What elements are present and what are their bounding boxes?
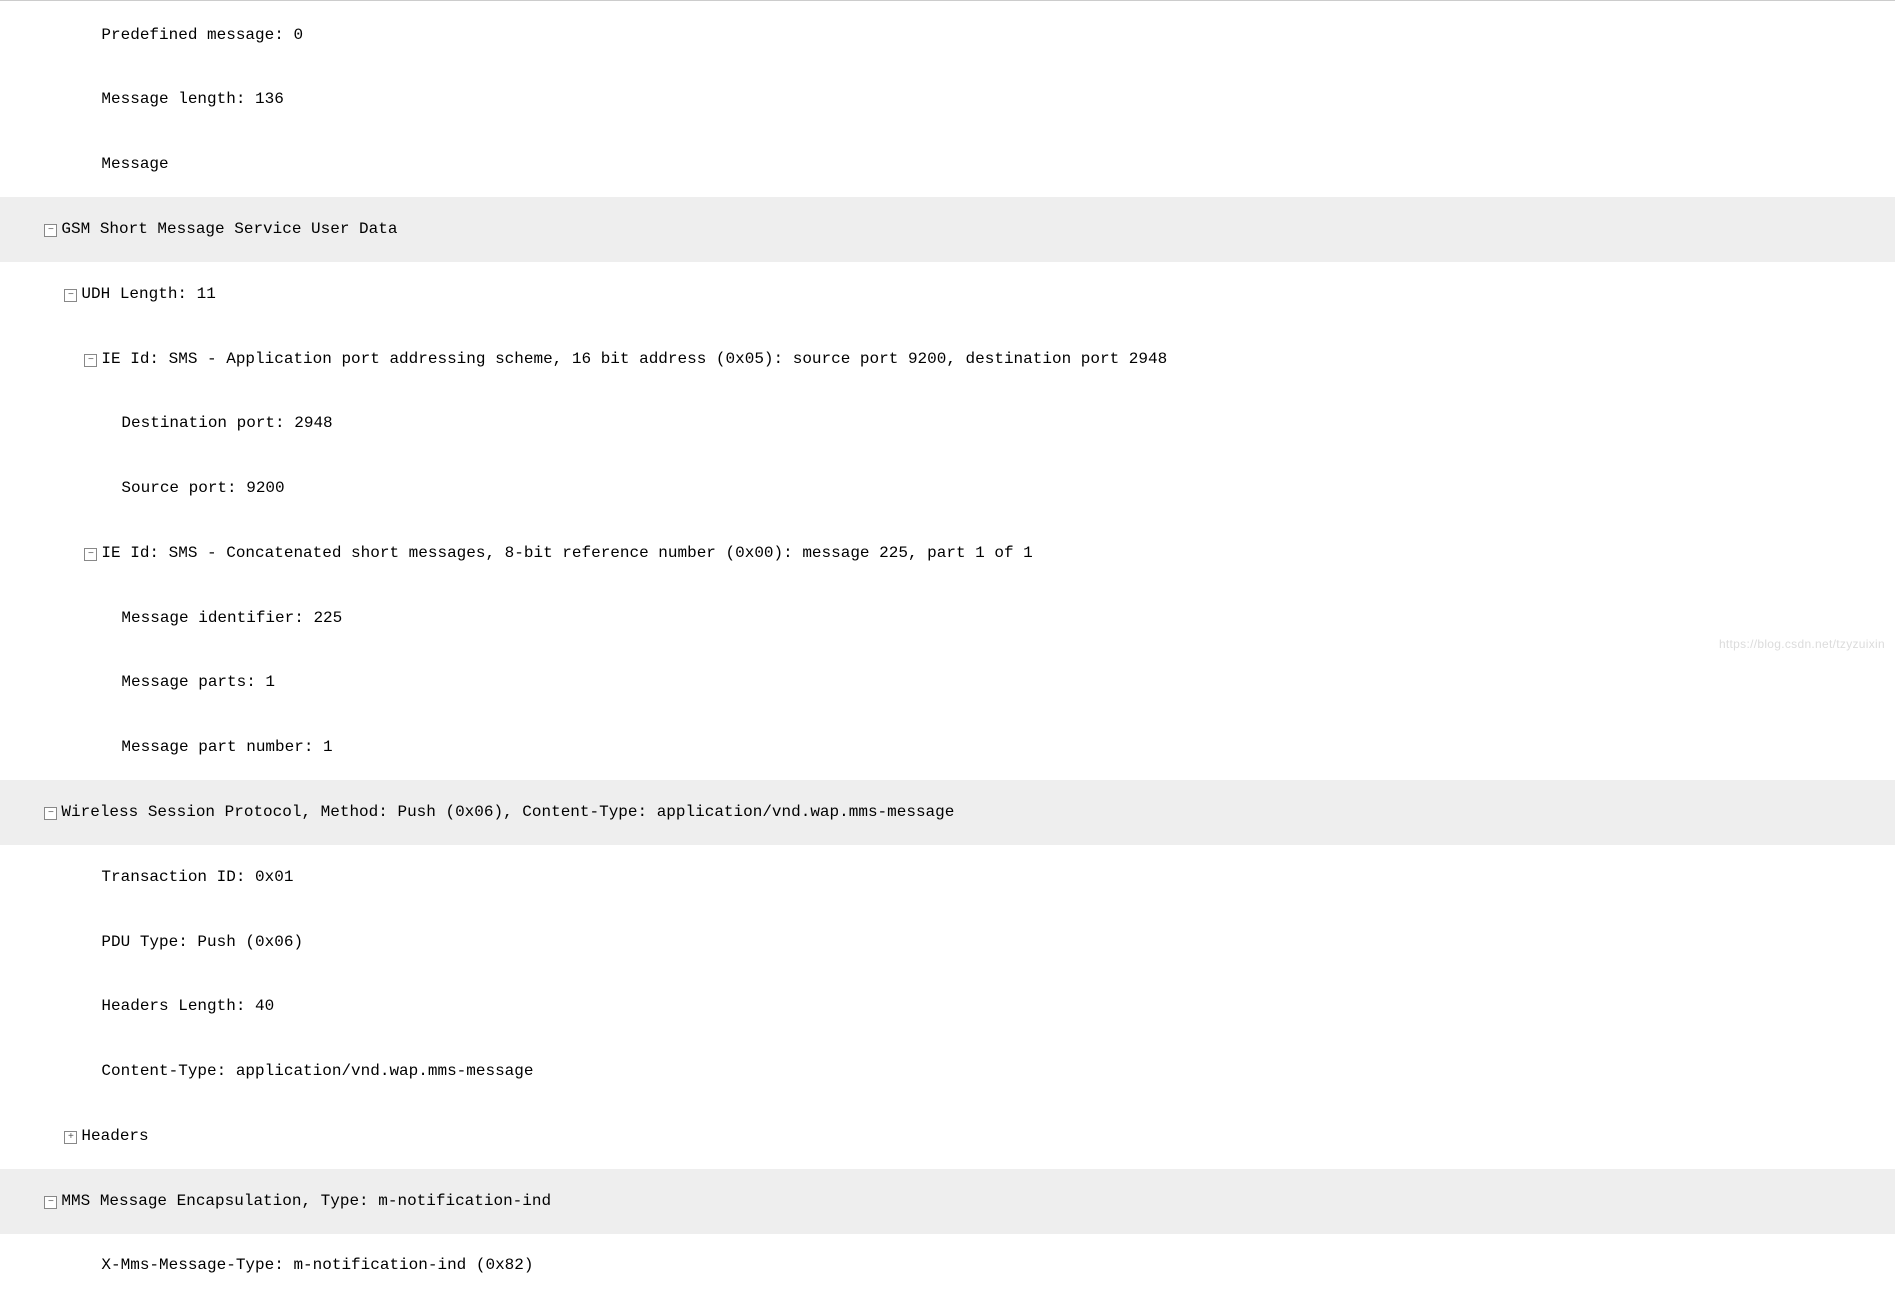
field-pdu-type: PDU Type: Push (0x06) [101, 933, 303, 951]
collapse-icon[interactable]: − [44, 224, 57, 237]
tree-item[interactable]: Message length: 136 [0, 68, 1895, 133]
tree-item[interactable]: Message identifier: 225 [0, 586, 1895, 651]
section-wsp-label: Wireless Session Protocol, Method: Push … [61, 803, 954, 821]
tree-item[interactable]: Headers Length: 40 [0, 975, 1895, 1040]
field-msg-parts: Message parts: 1 [121, 673, 275, 691]
field-predefined-message: Predefined message: 0 [101, 26, 303, 44]
field-udh-length: UDH Length: 11 [81, 285, 215, 303]
collapse-icon[interactable]: − [84, 354, 97, 367]
tree-item[interactable]: Message [0, 133, 1895, 198]
field-ie-concat-header: IE Id: SMS - Concatenated short messages… [101, 544, 1032, 562]
tree-item[interactable]: Destination port: 2948 [0, 392, 1895, 457]
field-msg-identifier: Message identifier: 225 [121, 609, 342, 627]
tree-item-ie-app-port[interactable]: −IE Id: SMS - Application port addressin… [0, 327, 1895, 392]
tree-item-ie-concat[interactable]: −IE Id: SMS - Concatenated short message… [0, 521, 1895, 586]
field-wsp-headers: Headers [81, 1127, 148, 1145]
collapse-icon[interactable]: − [64, 289, 77, 302]
tree-item[interactable]: Message part number: 1 [0, 716, 1895, 781]
field-ie-app-port-header: IE Id: SMS - Application port addressing… [101, 350, 1167, 368]
field-message-length: Message length: 136 [101, 90, 283, 108]
tree-item-udh-length[interactable]: −UDH Length: 11 [0, 262, 1895, 327]
field-source-port: Source port: 9200 [121, 479, 284, 497]
packet-details-pane[interactable]: Predefined message: 0 Message length: 13… [0, 0, 1895, 1312]
expand-icon[interactable]: + [64, 1131, 77, 1144]
field-msg-part-number: Message part number: 1 [121, 738, 332, 756]
tree-item[interactable]: Message parts: 1 [0, 651, 1895, 716]
tree-item[interactable]: Transaction ID: 0x01 [0, 845, 1895, 910]
field-transaction-id: Transaction ID: 0x01 [101, 868, 293, 886]
tree-item[interactable]: Source port: 9200 [0, 456, 1895, 521]
collapse-icon[interactable]: − [44, 807, 57, 820]
section-wsp[interactable]: −Wireless Session Protocol, Method: Push… [0, 780, 1895, 845]
field-x-mms-message-type: X-Mms-Message-Type: m-notification-ind (… [101, 1256, 533, 1274]
tree-item-wsp-headers[interactable]: + Headers [0, 1104, 1895, 1169]
field-message: Message [101, 155, 168, 173]
section-gsm-sms-user-data-label: GSM Short Message Service User Data [61, 220, 397, 238]
field-headers-length: Headers Length: 40 [101, 997, 274, 1015]
collapse-icon[interactable]: − [84, 548, 97, 561]
tree-item[interactable]: X-Mms-Message-Type: m-notification-ind (… [0, 1234, 1895, 1299]
tree-item[interactable]: Predefined message: 0 [0, 3, 1895, 68]
tree-item[interactable]: X-Mms-Transaction-ID: MNPESW3WAAA [0, 1299, 1895, 1312]
tree-item[interactable]: PDU Type: Push (0x06) [0, 910, 1895, 975]
collapse-icon[interactable]: − [44, 1196, 57, 1209]
tree-item[interactable]: Content-Type: application/vnd.wap.mms-me… [0, 1040, 1895, 1105]
section-gsm-sms-user-data[interactable]: −GSM Short Message Service User Data [0, 197, 1895, 262]
field-dest-port: Destination port: 2948 [121, 414, 332, 432]
section-mms[interactable]: −MMS Message Encapsulation, Type: m-noti… [0, 1169, 1895, 1234]
section-mms-label: MMS Message Encapsulation, Type: m-notif… [61, 1192, 551, 1210]
field-content-type: Content-Type: application/vnd.wap.mms-me… [101, 1062, 533, 1080]
